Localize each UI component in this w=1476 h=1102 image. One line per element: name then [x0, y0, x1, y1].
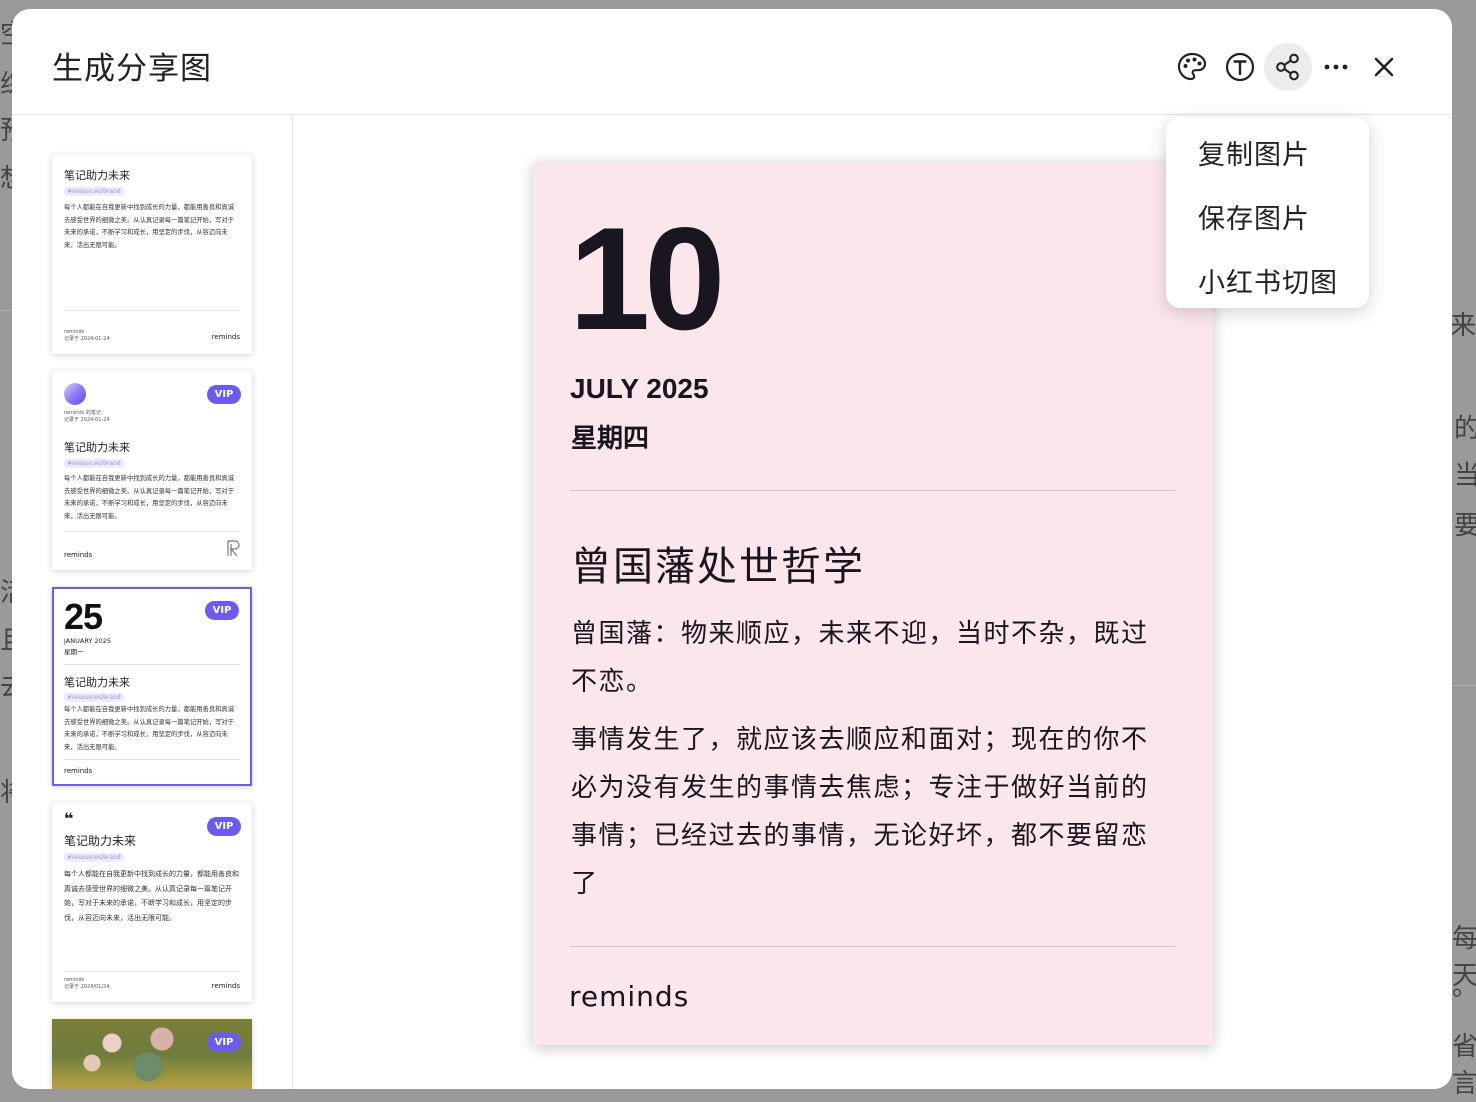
template-thumbnail-1[interactable]: 笔记助力未来 #resources/brand 每个人都能在自我更新中找到成长的…: [52, 155, 252, 354]
vip-badge: VIP: [207, 1033, 241, 1052]
template-tag: #resources/brand: [64, 459, 124, 468]
template-brand: reminds: [64, 551, 93, 559]
share-menu: 复制图片 保存图片 小红书切图: [1166, 117, 1369, 308]
avatar: [64, 383, 86, 405]
template-month: JANUARY 2025: [64, 637, 111, 645]
template-day: 25: [64, 596, 103, 637]
share-image-modal: 生成分享图 笔记助力未来 #resources/brand 每个人都能在自我更新…: [12, 9, 1452, 1089]
bg-text: 当: [1454, 461, 1476, 491]
more-icon: [1324, 64, 1348, 70]
template-tag: #resources/brand: [64, 853, 124, 862]
template-date: 记录于 2024-01-24: [64, 417, 110, 423]
card-month: JULY 2025: [570, 373, 709, 404]
close-button[interactable]: [1360, 43, 1408, 91]
text-style-button[interactable]: [1216, 43, 1264, 91]
card-paragraph: 事情发生了，就应该去顺应和面对；现在的你不必为没有发生的事情去焦虑；专注于做好当…: [571, 725, 1149, 899]
vip-badge: VIP: [207, 385, 241, 404]
template-divider: [64, 310, 240, 311]
vip-badge: VIP: [205, 601, 239, 620]
reminds-logo-icon: [227, 540, 240, 557]
close-icon: [1374, 57, 1394, 77]
template-author: reminds 的笔记: [64, 410, 101, 416]
template-title: 笔记助力未来: [64, 834, 137, 848]
template-tag: #resources/brand: [64, 187, 124, 196]
template-thumbnail-5[interactable]: VIP: [52, 1019, 252, 1089]
palette-button[interactable]: [1168, 43, 1216, 91]
template-divider: [64, 759, 240, 760]
template-thumbnail-4[interactable]: ❝ VIP 笔记助力未来 #resources/brand 每个人都能在自我更新…: [52, 803, 252, 1002]
bg-text: 。: [1452, 972, 1476, 1002]
template-thumbnail-3[interactable]: 25 VIP JANUARY 2025 星期一 笔记助力未来 #resource…: [52, 587, 252, 786]
xiaohongshu-slice-menu-item[interactable]: 小红书切图: [1198, 261, 1338, 300]
card-title: 曾国藩处世哲学: [571, 544, 865, 590]
bg-text: 省言: [1452, 1032, 1476, 1099]
quote-icon: ❝: [64, 809, 74, 828]
template-body: 每个人都能在自我更新中找到成长的力量，都能用善良和真诚去感受世界的细微之美。从认…: [64, 204, 235, 249]
template-divider: [64, 664, 240, 665]
template-divider: [64, 531, 240, 532]
bg-divider: [0, 310, 12, 311]
vip-badge: VIP: [207, 817, 241, 836]
bg-text: 的: [1454, 414, 1476, 444]
card-day: 10: [569, 197, 725, 360]
save-image-menu-item[interactable]: 保存图片: [1198, 197, 1310, 236]
template-thumbnail-2[interactable]: VIP reminds 的笔记 记录于 2024-01-24 笔记助力未来 #r…: [52, 371, 252, 570]
template-brand: reminds: [211, 333, 240, 341]
card-divider: [570, 946, 1175, 947]
bg-divider: [1452, 685, 1476, 686]
card-divider: [570, 490, 1175, 491]
template-title: 笔记助力未来: [64, 169, 130, 182]
template-body: 每个人都能在自我更新中找到成长的力量，都能用善良和真诚去感受世界的细微之美。从认…: [64, 870, 239, 922]
template-brand: reminds: [211, 982, 240, 990]
bg-text: 要: [1454, 511, 1476, 541]
modal-header: 生成分享图: [12, 9, 1452, 115]
template-author: reminds: [64, 977, 85, 983]
more-button[interactable]: [1312, 43, 1360, 91]
share-icon: [1276, 53, 1299, 81]
template-weekday: 星期一: [64, 648, 84, 656]
painting-image: [52, 1019, 252, 1089]
template-date: 记录于 2024/01/24: [64, 984, 110, 990]
template-tag: #resources/brand: [64, 693, 124, 702]
template-body: 每个人都能在自我更新中找到成长的力量，都能用善良和真诚去感受世界的细微之美。从认…: [64, 706, 235, 751]
template-author: reminds: [64, 329, 85, 335]
modal-title: 生成分享图: [52, 51, 212, 87]
card-weekday: 星期四: [571, 424, 650, 454]
share-button[interactable]: [1264, 43, 1312, 91]
template-body: 每个人都能在自我更新中找到成长的力量，都能用善良和真诚去感受世界的细微之美。从认…: [64, 475, 235, 520]
copy-image-menu-item[interactable]: 复制图片: [1198, 133, 1310, 172]
card-brand: reminds: [569, 980, 690, 1013]
share-card-preview: 10 JULY 2025 星期四 曾国藩处世哲学 曾国藩：物来顺应，未来不迎，当…: [533, 162, 1213, 1045]
card-paragraph: 曾国藩：物来顺应，未来不迎，当时不杂，既过不恋。: [571, 619, 1149, 697]
palette-icon: [1177, 52, 1207, 81]
template-sidebar[interactable]: 笔记助力未来 #resources/brand 每个人都能在自我更新中找到成长的…: [12, 115, 293, 1089]
template-title: 笔记助力未来: [64, 441, 130, 454]
bg-text: 来，: [1450, 311, 1476, 341]
text-icon: [1225, 52, 1255, 82]
template-divider: [64, 971, 240, 972]
template-brand: reminds: [64, 767, 93, 775]
template-title: 笔记助力未来: [64, 676, 130, 689]
template-date: 记录于 2024-01-24: [64, 336, 110, 342]
toolbar: [1168, 43, 1408, 91]
